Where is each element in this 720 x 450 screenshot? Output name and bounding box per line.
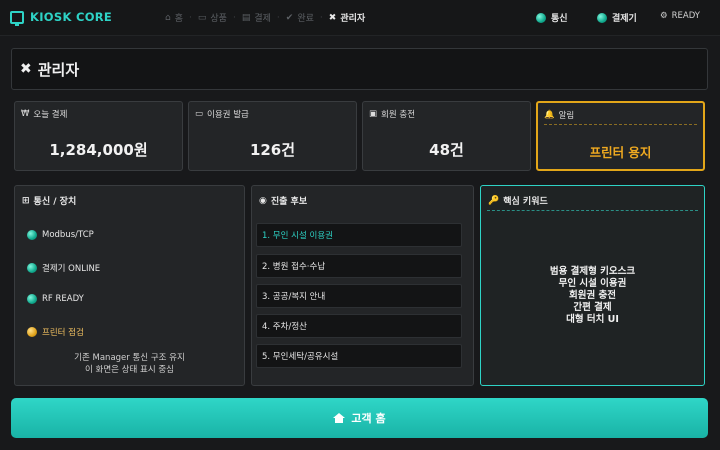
crumb-product[interactable]: ▭ 상품 — [197, 11, 227, 25]
devices-panel: ⊞ 통신 / 장치 Modbus/TCP 결제기 ONLINE RF READY… — [14, 185, 245, 386]
ticket-icon: ▭ — [195, 109, 204, 119]
card-label: 회원 충전 — [381, 110, 416, 120]
ticket-icon: ▭ — [197, 12, 207, 23]
status-label: 통신 — [551, 14, 568, 24]
page-title: 관리자 — [37, 60, 80, 79]
brand: KIOSK CORE — [10, 10, 113, 26]
home-icon: ⌂ — [165, 12, 171, 23]
card-label: 알림 — [558, 111, 575, 121]
sitemap-icon: ⊞ — [22, 195, 30, 206]
divider — [487, 210, 698, 211]
page-header: ✖ 관리자 — [11, 48, 708, 90]
home-icon — [333, 413, 346, 423]
device-note: 기존 Manager 통신 구조 유지 이 화면은 상태 표시 중심 — [15, 352, 244, 376]
gear-icon: ⚙ — [660, 11, 668, 21]
brand-name: KIOSK CORE — [30, 10, 113, 24]
crumb-admin[interactable]: ✖ 관리자 — [328, 11, 366, 25]
crumb-home[interactable]: ⌂ 홈 — [165, 11, 183, 25]
stat-card-alert[interactable]: 🔔 알림 프린터 용지 — [536, 101, 705, 171]
crumb-label: 결제 — [254, 14, 271, 24]
device-item: RF READY — [27, 294, 84, 304]
card-icon: ▤ — [241, 12, 251, 23]
key-icon: 🔑 — [488, 195, 500, 206]
note-line: 기존 Manager 통신 구조 유지 — [74, 353, 185, 363]
candidate-item[interactable]: 1. 무인 시설 이용권 — [256, 223, 462, 247]
card-value: 48건 — [429, 141, 464, 159]
candidate-item[interactable]: 2. 병원 접수·수납 — [256, 254, 462, 278]
keyword-item: 범용 결제형 키오스크 — [549, 266, 636, 277]
bell-icon: 🔔 — [544, 110, 555, 120]
compass-icon: ◉ — [259, 195, 267, 206]
crumb-label: 상품 — [210, 14, 227, 24]
status-dot-icon — [536, 12, 546, 23]
card-value: 126건 — [249, 141, 296, 159]
candidate-item[interactable]: 3. 공공/복지 안내 — [256, 284, 462, 308]
keyword-item: 회원권 충전 — [568, 290, 616, 301]
crumb-label: 완료 — [297, 14, 314, 24]
crumb-separator: · — [189, 12, 192, 23]
status-dot-icon — [27, 294, 37, 304]
status-label: 결제기 — [612, 14, 637, 24]
monitor-icon — [10, 10, 24, 26]
device-item: 프린터 점검 — [27, 326, 84, 338]
customer-home-button[interactable]: 고객 홈 — [11, 398, 708, 438]
panel-title: 진출 후보 — [270, 197, 308, 207]
warning-dot-icon — [27, 327, 37, 337]
id-card-icon: ▣ — [369, 109, 378, 119]
stat-card-member-charge: ▣ 회원 충전 48건 — [362, 101, 531, 171]
ready-indicator: ⚙ READY — [660, 11, 700, 21]
status-payment-terminal: 결제기 — [597, 11, 637, 24]
keyword-list: 범용 결제형 키오스크 무인 시설 이용권 회원권 충전 간편 결제 대형 터치… — [481, 266, 704, 326]
crumb-payment[interactable]: ▤ 결제 — [241, 11, 271, 25]
keywords-panel: 🔑 핵심 키워드 범용 결제형 키오스크 무인 시설 이용권 회원권 충전 간편… — [480, 185, 705, 386]
device-label: RF READY — [42, 294, 84, 304]
device-label: 결제기 ONLINE — [42, 264, 101, 274]
alert-value: 프린터 용지 — [589, 145, 652, 160]
device-item: 결제기 ONLINE — [27, 262, 100, 274]
stat-card-today-payment: ₩ 오늘 결제 1,284,000원 — [14, 101, 183, 171]
card-label: 오늘 결제 — [33, 110, 68, 120]
card-value: 1,284,000원 — [49, 141, 148, 159]
crumb-separator: · — [319, 12, 323, 23]
crumb-label: 홈 — [174, 14, 183, 24]
ready-label: READY — [671, 11, 700, 21]
status-comm: 통신 — [536, 11, 568, 24]
crumb-separator: · — [232, 12, 236, 23]
device-item: Modbus/TCP — [27, 230, 94, 240]
candidate-item[interactable]: 5. 무인세탁/공유시설 — [256, 344, 462, 368]
status-dot-icon — [597, 12, 607, 23]
device-label: 프린터 점검 — [42, 328, 84, 338]
keyword-item: 간편 결제 — [573, 302, 612, 313]
top-bar: KIOSK CORE ⌂ 홈 · ▭ 상품 · ▤ 결제 · ✔ 완료 · ✖ … — [0, 0, 720, 36]
won-icon: ₩ — [21, 109, 30, 119]
stat-card-ticket-issue: ▭ 이용권 발급 126건 — [188, 101, 357, 171]
tools-icon: ✖ — [20, 61, 32, 77]
candidate-item[interactable]: 4. 주차/정산 — [256, 314, 462, 338]
panel-title: 핵심 키워드 — [503, 197, 548, 207]
crumb-complete[interactable]: ✔ 완료 — [285, 11, 314, 25]
panel-title: 통신 / 장치 — [33, 197, 77, 207]
keyword-item: 대형 터치 UI — [566, 314, 619, 325]
crumb-separator: · — [276, 12, 280, 23]
status-dot-icon — [27, 263, 37, 273]
keyword-item: 무인 시설 이용권 — [558, 278, 627, 289]
note-line: 이 화면은 상태 표시 중심 — [84, 365, 174, 375]
divider — [544, 124, 697, 125]
card-label: 이용권 발급 — [207, 110, 249, 120]
device-label: Modbus/TCP — [42, 230, 94, 240]
breadcrumb: ⌂ 홈 · ▭ 상품 · ▤ 결제 · ✔ 완료 · ✖ 관리자 — [165, 11, 366, 25]
crumb-label: 관리자 — [340, 14, 366, 24]
status-dot-icon — [27, 230, 37, 240]
tools-icon: ✖ — [328, 12, 337, 23]
check-icon: ✔ — [285, 12, 294, 23]
home-button-label: 고객 홈 — [351, 412, 386, 425]
